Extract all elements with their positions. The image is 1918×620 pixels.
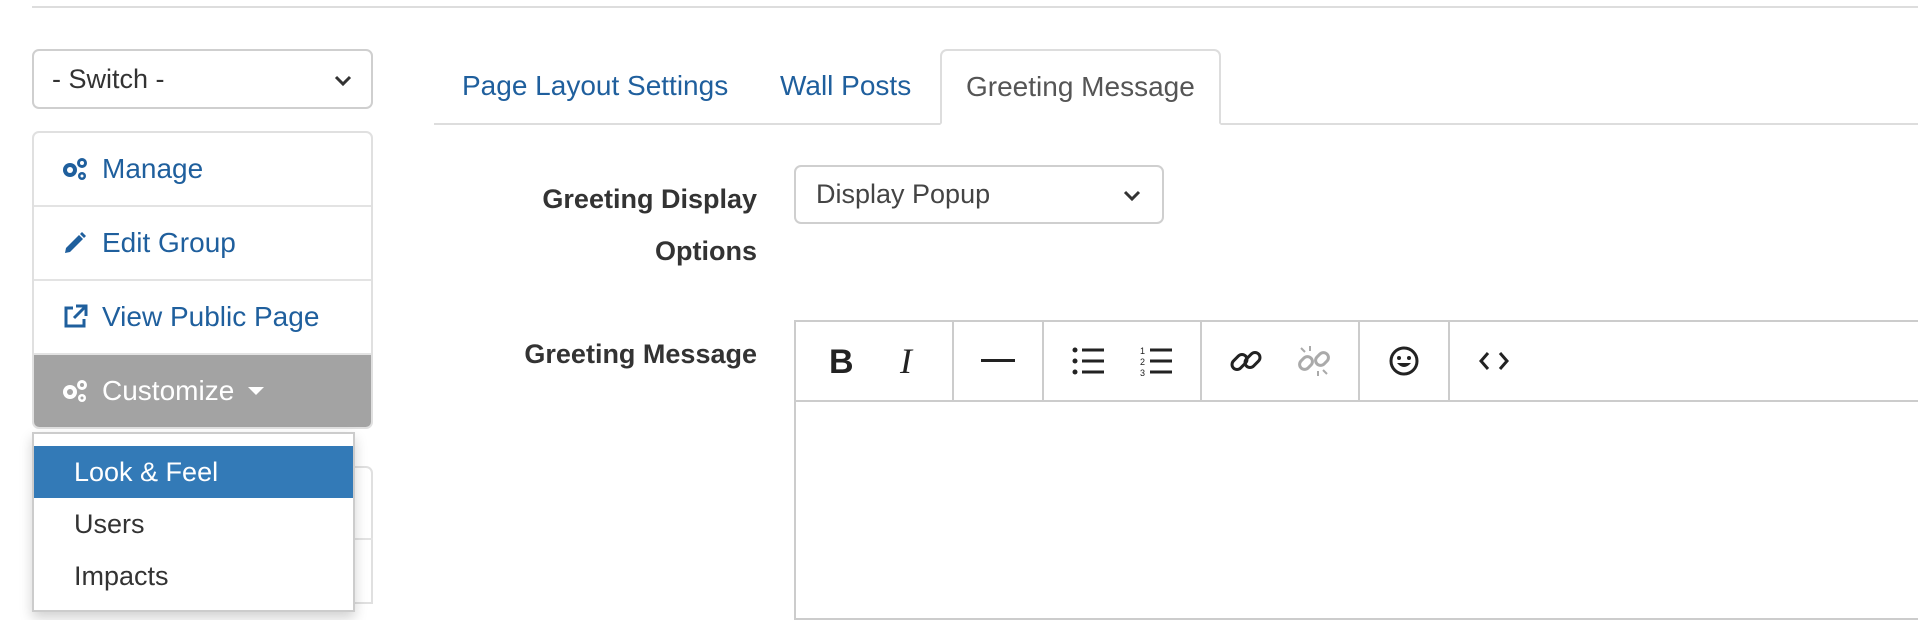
toolbar-group-emoji (1360, 322, 1450, 400)
greeting-display-label-line1: Greeting Display (542, 184, 757, 214)
top-divider (32, 6, 1918, 8)
switch-select[interactable]: - Switch - (32, 49, 373, 109)
dropdown-item-users[interactable]: Users (34, 498, 353, 550)
caret-down-icon (248, 387, 265, 395)
svg-text:1: 1 (1140, 346, 1145, 356)
greeting-display-select-value: Display Popup (816, 179, 991, 209)
toolbar-group-lists: 123 (1044, 322, 1202, 400)
numbered-list-icon[interactable]: 123 (1122, 323, 1190, 399)
sidebar-item-view-public-page[interactable]: View Public Page (34, 281, 371, 355)
italic-icon[interactable]: I (874, 323, 942, 399)
svg-text:2: 2 (1140, 357, 1145, 367)
pencil-icon (60, 228, 90, 258)
sidebar-item-manage[interactable]: Manage (34, 133, 371, 207)
switch-select-value: - Switch - (52, 63, 165, 94)
sidebar-item-label: View Public Page (102, 301, 320, 332)
sidebar-item-edit-group[interactable]: Edit Group (34, 207, 371, 281)
sidebar-menu: Manage Edit Group View Public Page Custo… (32, 131, 373, 429)
bullet-list-icon[interactable] (1054, 323, 1122, 399)
greeting-message-label: Greeting Message (524, 339, 757, 369)
greeting-display-label-line2: Options (655, 236, 757, 266)
customize-dropdown-menu: Look & Feel Users Impacts (32, 432, 355, 612)
gears-icon (60, 154, 90, 184)
divider (354, 538, 373, 540)
code-icon[interactable] (1460, 323, 1528, 399)
external-link-icon (60, 302, 90, 332)
greeting-display-select[interactable]: Display Popup (794, 165, 1164, 224)
toolbar-group-code (1450, 322, 1538, 400)
sidebar-item-label: Edit Group (102, 227, 236, 258)
tab-greeting-message[interactable]: Greeting Message (940, 49, 1221, 125)
toolbar-group-rule (954, 322, 1044, 400)
horizontal-rule-icon[interactable] (964, 323, 1032, 399)
dropdown-item-impacts[interactable]: Impacts (34, 550, 353, 602)
greeting-message-editor: B I 123 (794, 320, 1918, 620)
chevron-down-icon (1122, 179, 1142, 210)
tab-page-layout-settings[interactable]: Page Layout Settings (462, 49, 728, 123)
svg-text:I: I (899, 345, 914, 377)
svg-text:B: B (829, 345, 854, 377)
toolbar-group-format: B I (796, 322, 954, 400)
sidebar-item-customize[interactable]: Customize (34, 355, 371, 427)
gears-icon (60, 376, 90, 406)
sidebar-item-label: Customize (102, 375, 235, 406)
emoji-icon[interactable] (1370, 323, 1438, 399)
unlink-icon[interactable] (1280, 323, 1348, 399)
tab-wall-posts[interactable]: Wall Posts (780, 49, 911, 123)
chevron-down-icon (333, 64, 353, 95)
bold-icon[interactable]: B (806, 323, 874, 399)
dropdown-item-look-and-feel[interactable]: Look & Feel (34, 446, 353, 498)
link-icon[interactable] (1212, 323, 1280, 399)
toolbar-group-links (1202, 322, 1360, 400)
svg-text:3: 3 (1140, 368, 1145, 376)
editor-toolbar: B I 123 (796, 322, 1918, 402)
sidebar-item-label: Manage (102, 153, 204, 184)
tab-bar: Page Layout Settings Wall Posts Greeting… (434, 49, 1918, 125)
